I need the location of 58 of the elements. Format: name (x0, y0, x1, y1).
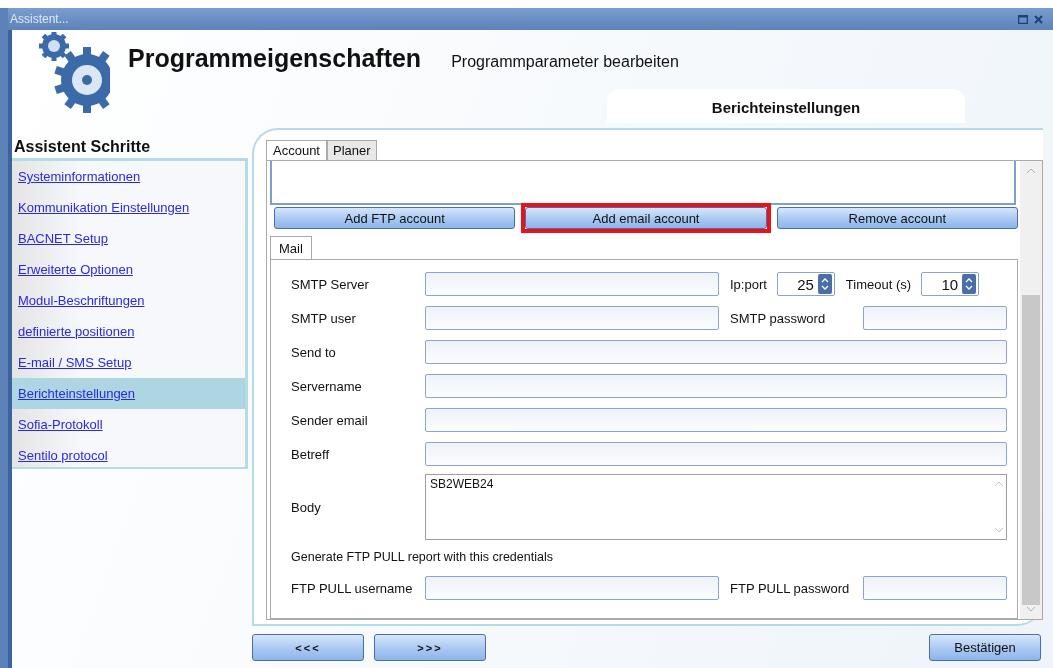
note-text: Generate FTP PULL report with this credentials (291, 550, 553, 564)
field-label: Sender email (291, 412, 369, 428)
step-link[interactable]: Kommunikation Einstellungen (12, 192, 245, 223)
account-list[interactable] (270, 161, 1016, 205)
field-value: SB2WEB24 (429, 476, 495, 493)
field-label: SMTP user (291, 310, 357, 326)
input-field[interactable] (863, 576, 1007, 600)
step-link[interactable]: Modul-Beschriftungen (12, 285, 245, 316)
account-button[interactable]: Add email account (525, 207, 767, 229)
input-field[interactable] (425, 306, 719, 330)
tab[interactable]: Mail (270, 236, 312, 259)
input-field[interactable] (863, 306, 1007, 330)
step-link[interactable]: Erweiterte Optionen (12, 254, 245, 285)
number-spinner[interactable]: 25 (776, 272, 835, 296)
field-label: Servername (291, 378, 363, 394)
step-link[interactable]: E-mail / SMS Setup (12, 347, 245, 378)
field-label: SMTP password (730, 310, 826, 326)
nav-button[interactable]: >>> (374, 634, 486, 661)
section-heading: Berichteinstellungen (607, 89, 965, 123)
field-label: FTP PULL username (291, 580, 414, 596)
field-label: Body (291, 499, 322, 515)
account-button[interactable]: Remove account (776, 207, 1018, 229)
field-label: SMTP Server (291, 276, 370, 292)
field-label: Send to (291, 344, 337, 360)
step-link[interactable]: Sofia-Protokoll (12, 409, 245, 440)
field-label: Betreff (291, 446, 331, 462)
maximize-icon[interactable] (1018, 14, 1028, 24)
field-label: Timeout (s) (845, 276, 912, 292)
sidebar-heading: Assistent Schritte (13, 137, 152, 157)
nav-button[interactable]: <<< (252, 634, 364, 661)
step-link[interactable]: Sentilo protocol (12, 440, 245, 471)
input-field[interactable] (425, 408, 1007, 432)
tab[interactable]: Account (266, 140, 327, 160)
scroll-up-icon[interactable] (1026, 167, 1036, 175)
input-field[interactable] (425, 576, 719, 600)
close-icon[interactable] (1034, 14, 1043, 24)
scrollbar[interactable] (1020, 161, 1042, 619)
input-field[interactable] (425, 272, 719, 296)
number-spinner[interactable]: 10 (921, 272, 980, 296)
page-title: Programmeigenschaften (128, 44, 422, 73)
page-subtitle: Programmparameter bearbeiten (451, 53, 679, 71)
tab[interactable]: Planer (327, 140, 377, 160)
field-label: FTP PULL password (730, 580, 850, 596)
step-link[interactable]: Systeminformationen (12, 161, 245, 192)
confirm-button[interactable]: Bestätigen (929, 634, 1041, 661)
step-link[interactable]: Berichteinstellungen (12, 378, 245, 409)
spin-arrows-icon[interactable] (817, 274, 832, 294)
scroll-down-icon[interactable] (1026, 605, 1036, 613)
step-link[interactable]: definierte positionen (12, 316, 245, 347)
step-link[interactable]: BACNET Setup (12, 223, 245, 254)
input-field[interactable] (425, 442, 1007, 466)
input-field[interactable] (425, 374, 1007, 398)
spin-arrows-icon[interactable] (962, 274, 977, 294)
account-button[interactable]: Add FTP account (274, 207, 516, 229)
field-label: Ip:port (730, 276, 767, 292)
body-field[interactable]: SB2WEB24 (425, 474, 1007, 540)
window-title: Assistent... (10, 12, 69, 26)
input-field[interactable] (425, 340, 1007, 364)
